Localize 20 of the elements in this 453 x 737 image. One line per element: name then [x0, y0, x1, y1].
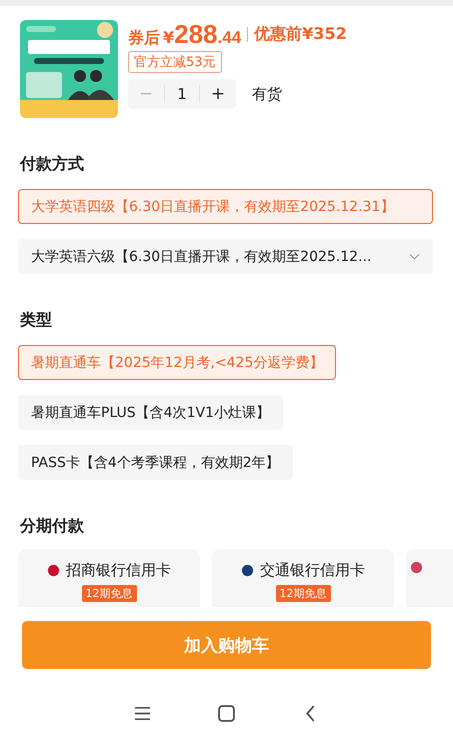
- stock-status: 有货: [252, 84, 282, 104]
- bank-card-option[interactable]: 招商银行信用卡 12期免息: [18, 549, 200, 607]
- quantity-value[interactable]: 1: [164, 85, 200, 103]
- bank-name: 交通银行信用卡: [260, 561, 365, 580]
- interest-free-badge: 12期免息: [82, 585, 136, 602]
- section-title: 类型: [20, 310, 53, 331]
- plus-button[interactable]: +: [200, 83, 236, 105]
- bank-name: 招商银行信用卡: [66, 561, 171, 580]
- interest-free-badge: 12期免息: [276, 585, 330, 602]
- bank-card-option[interactable]: 交通银行信用卡 12期免息: [212, 549, 394, 607]
- discount-tag: 官方立减53元: [128, 51, 222, 73]
- menu-icon[interactable]: [134, 705, 151, 722]
- original-price: 优惠前¥352: [254, 24, 347, 44]
- section-title: 分期付款: [20, 516, 85, 537]
- option-chip[interactable]: PASS卡【含4个考季课程，有效期2年】: [18, 445, 293, 480]
- option-chip[interactable]: 暑期直通车PLUS【含4次1V1小灶课】: [18, 395, 283, 430]
- section-title: 付款方式: [20, 154, 85, 175]
- option-chip[interactable]: 大学英语六级【6.30日直播开课，有效期至2025.12...: [18, 239, 433, 274]
- home-square-icon[interactable]: [218, 705, 235, 722]
- price: 券后 ¥288.44: [128, 18, 242, 50]
